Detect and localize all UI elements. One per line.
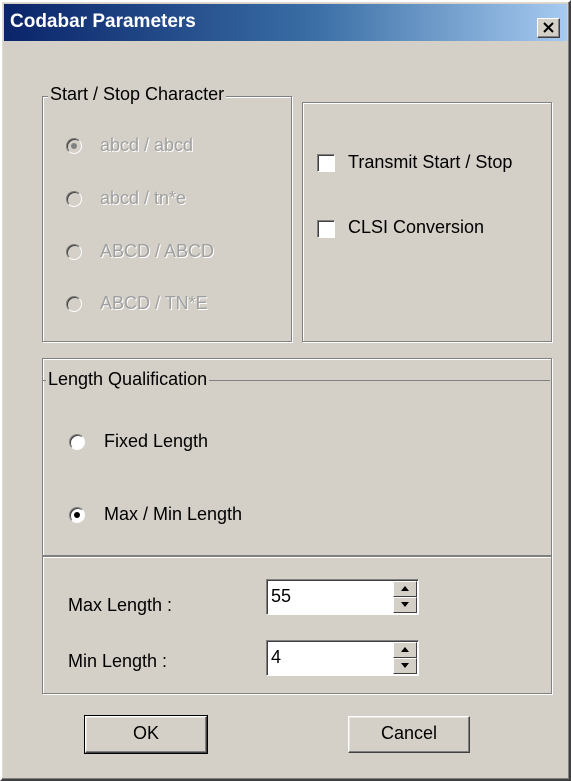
radio-upper-abcd-tne[interactable] bbox=[66, 296, 82, 312]
title-bar[interactable]: Codabar Parameters bbox=[4, 4, 567, 41]
min-length-label: Min Length : bbox=[68, 651, 168, 671]
clsi-conversion-label: CLSI Conversion bbox=[348, 217, 485, 237]
transmit-start-stop-checkbox[interactable] bbox=[317, 154, 335, 172]
close-icon bbox=[543, 22, 554, 33]
radio-abcd-abcd-label: abcd / abcd bbox=[100, 135, 194, 155]
max-length-label: Max Length : bbox=[68, 595, 173, 615]
min-length-value[interactable]: 4 bbox=[271, 647, 281, 668]
close-button[interactable] bbox=[537, 18, 560, 38]
max-min-length-radio[interactable] bbox=[69, 507, 85, 523]
length-qualification-inner-frame bbox=[42, 380, 550, 555]
arrow-up-icon bbox=[401, 647, 409, 652]
transmit-start-stop-label: Transmit Start / Stop bbox=[348, 152, 513, 172]
radio-upper-abcd-tne-label: ABCD / TN*E bbox=[100, 293, 208, 313]
min-length-spinbox[interactable]: 4 bbox=[266, 640, 419, 676]
max-length-increment[interactable] bbox=[393, 581, 417, 597]
max-length-value[interactable]: 55 bbox=[271, 586, 291, 607]
fixed-length-label: Fixed Length bbox=[104, 431, 209, 451]
dialog-title: Codabar Parameters bbox=[10, 11, 196, 32]
arrow-up-icon bbox=[401, 586, 409, 591]
ok-button[interactable]: OK bbox=[84, 715, 208, 754]
max-length-decrement[interactable] bbox=[393, 597, 417, 613]
codabar-parameters-dialog: Codabar Parameters Start / Stop Characte… bbox=[0, 0, 571, 781]
radio-abcd-tne-label: abcd / tn*e bbox=[100, 188, 187, 208]
max-min-length-label: Max / Min Length bbox=[104, 504, 243, 524]
min-length-decrement[interactable] bbox=[393, 658, 417, 674]
radio-abcd-abcd[interactable] bbox=[66, 138, 82, 154]
radio-upper-abcd-abcd-label: ABCD / ABCD bbox=[100, 241, 215, 261]
radio-dot bbox=[74, 512, 80, 518]
arrow-down-icon bbox=[401, 602, 409, 607]
fixed-length-radio[interactable] bbox=[69, 434, 85, 450]
arrow-down-icon bbox=[401, 663, 409, 668]
radio-dot bbox=[71, 143, 77, 149]
radio-upper-abcd-abcd[interactable] bbox=[66, 244, 82, 260]
radio-abcd-tne[interactable] bbox=[66, 191, 82, 207]
length-qualification-legend: Length Qualification bbox=[46, 369, 210, 390]
start-stop-legend: Start / Stop Character bbox=[48, 84, 227, 105]
cancel-button[interactable]: Cancel bbox=[348, 716, 470, 753]
max-length-spinbox[interactable]: 55 bbox=[266, 579, 419, 615]
clsi-conversion-checkbox[interactable] bbox=[317, 220, 335, 238]
min-length-increment[interactable] bbox=[393, 642, 417, 658]
